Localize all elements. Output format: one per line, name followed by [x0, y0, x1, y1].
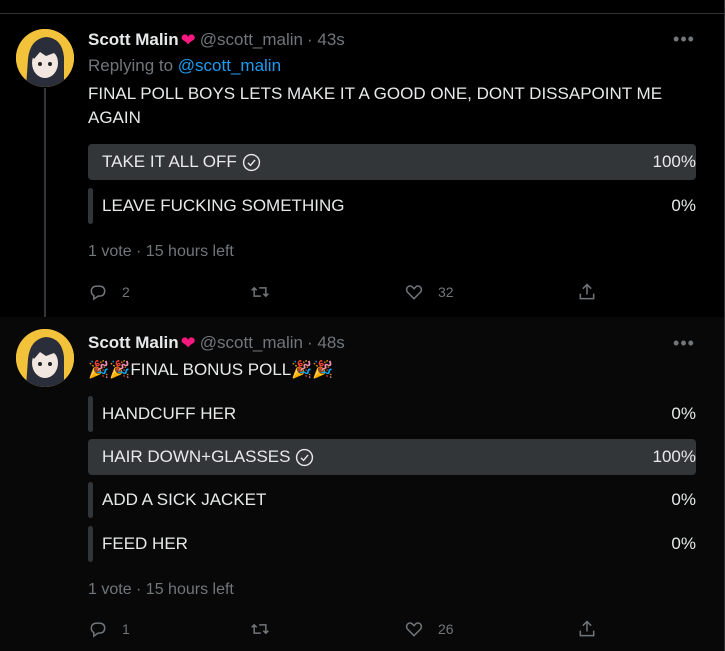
replying-to-label: Replying to — [88, 56, 174, 75]
avatar[interactable] — [16, 29, 74, 87]
poll-bar — [88, 526, 93, 562]
poll-option-row: TAKE IT ALL OFF — [102, 144, 261, 180]
tweet-actions: 1 26 — [88, 617, 608, 641]
poll-option-label: HANDCUFF HER — [102, 404, 237, 423]
more-dots-icon[interactable]: ••• — [672, 29, 696, 49]
share-icon — [579, 283, 595, 300]
avatar[interactable] — [16, 329, 74, 387]
tweet-actions: 2 32 — [88, 280, 608, 304]
tweet-text: 🎉🎉FINAL BONUS POLL🎉🎉 — [88, 360, 334, 379]
share-button[interactable] — [577, 617, 611, 641]
poll-option-percent: 0% — [671, 196, 696, 215]
reply-icon — [90, 285, 106, 301]
heart-icon — [405, 285, 423, 300]
timestamp[interactable]: · 48s — [307, 333, 345, 353]
author-handle[interactable]: @scott_malin — [200, 30, 303, 50]
heart-emoji-icon: ❤ — [180, 29, 196, 50]
poll-option: TAKE IT ALL OFF 100% — [88, 144, 696, 180]
replying-to: Replying to @scott_malin — [88, 56, 281, 76]
poll-option-row: LEAVE FUCKING SOMETHING — [102, 188, 344, 224]
tweet-1[interactable]: Scott Malin ❤ @scott_malin · 43s ••• Rep… — [0, 14, 724, 333]
poll-option-label: TAKE IT ALL OFF — [102, 152, 237, 171]
poll-option-label: HAIR DOWN+GLASSES — [102, 447, 291, 466]
poll-option-row: ADD A SICK JACKET — [102, 482, 266, 518]
timestamp[interactable]: · 43s — [307, 30, 345, 50]
retweet-icon — [251, 623, 269, 635]
poll-option: ADD A SICK JACKET 0% — [88, 482, 696, 518]
thread-connector-line — [44, 88, 46, 333]
tweet-header: Scott Malin ❤ @scott_malin · 48s — [88, 332, 345, 354]
poll-option-percent: 100% — [652, 152, 696, 171]
retweet-button[interactable] — [250, 617, 284, 641]
reply-count: 1 — [122, 621, 130, 637]
poll-option: LEAVE FUCKING SOMETHING 0% — [88, 188, 696, 224]
poll-option-percent: 0% — [671, 404, 696, 423]
retweet-button[interactable] — [250, 280, 284, 304]
poll-option-percent: 0% — [671, 534, 696, 553]
poll-option: FEED HER 0% — [88, 526, 696, 562]
poll-option-row: HANDCUFF HER — [102, 396, 236, 432]
like-button[interactable]: 32 — [404, 280, 454, 304]
tweet-header: Scott Malin ❤ @scott_malin · 43s — [88, 29, 345, 51]
like-button[interactable]: 26 — [404, 617, 454, 641]
reply-icon — [90, 622, 106, 638]
poll-meta: 1 vote · 15 hours left — [88, 581, 234, 598]
more-dots-icon[interactable]: ••• — [672, 333, 696, 353]
author-name[interactable]: Scott Malin — [88, 30, 179, 50]
poll-bar — [88, 396, 93, 432]
reply-button[interactable]: 2 — [88, 280, 130, 304]
poll-option-label: LEAVE FUCKING SOMETHING — [102, 196, 345, 215]
poll-bar — [88, 188, 93, 224]
heart-icon — [405, 622, 423, 637]
poll-option-label: FEED HER — [102, 534, 188, 553]
poll-option: HANDCUFF HER 0% — [88, 396, 696, 432]
check-circle-icon — [296, 448, 314, 466]
reply-count: 2 — [122, 284, 130, 300]
poll-option-label: ADD A SICK JACKET — [102, 490, 267, 509]
check-circle-icon — [242, 153, 260, 171]
heart-emoji-icon: ❤ — [180, 332, 196, 353]
poll-option-percent: 0% — [671, 490, 696, 509]
tweet-text: FINAL POLL BOYS LETS MAKE IT A GOOD ONE,… — [88, 84, 663, 127]
share-button[interactable] — [577, 280, 611, 304]
poll-option-row: HAIR DOWN+GLASSES — [102, 439, 314, 475]
poll-option: HAIR DOWN+GLASSES 100% — [88, 439, 696, 475]
author-handle[interactable]: @scott_malin — [200, 333, 303, 353]
reply-button[interactable]: 1 — [88, 617, 130, 641]
poll-option-percent: 100% — [652, 447, 696, 466]
share-icon — [579, 620, 595, 637]
poll-option-row: FEED HER — [102, 526, 188, 562]
author-name[interactable]: Scott Malin — [88, 333, 179, 353]
poll-meta: 1 vote · 15 hours left — [88, 243, 234, 260]
like-count: 26 — [438, 621, 454, 637]
poll-bar — [88, 482, 93, 518]
like-count: 32 — [438, 284, 454, 300]
retweet-icon — [251, 286, 269, 298]
replying-to-handle[interactable]: @scott_malin — [178, 56, 281, 75]
tweet-2[interactable]: Scott Malin ❤ @scott_malin · 48s ••• 🎉🎉F… — [0, 317, 724, 651]
